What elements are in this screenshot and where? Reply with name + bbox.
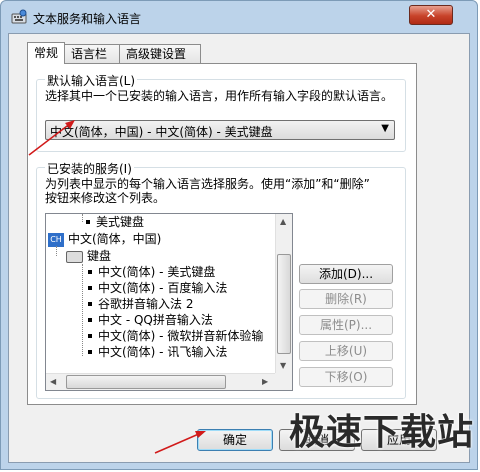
tree-item-label: 中文(简体) - 讯飞输入法 — [98, 345, 228, 359]
bullet-icon — [86, 219, 90, 224]
remove-button[interactable]: 删除(R) — [299, 289, 393, 309]
dialog-body: 常规 语言栏 高级键设置 默认输入语言(L) 选择其中一个已安装的输入语言，用作… — [8, 33, 470, 463]
bullet-icon — [88, 301, 92, 306]
add-button[interactable]: 添加(D)... — [299, 264, 393, 284]
bullet-icon — [88, 317, 92, 322]
scroll-up-icon[interactable]: ▲ — [280, 217, 286, 226]
move-up-button[interactable]: 上移(U) — [299, 341, 393, 361]
tree-category-label: 键盘 — [87, 249, 112, 263]
tree-category-node[interactable]: 键盘 — [66, 248, 111, 264]
installed-services-description-2: 按钮来修改这个列表。 — [45, 191, 166, 205]
tab-language-bar[interactable]: 语言栏 — [64, 44, 120, 63]
tree-item-label: 中文 - QQ拼音输入法 — [98, 313, 213, 327]
vertical-scroll-thumb[interactable] — [277, 254, 291, 354]
language-badge-icon: CH — [48, 232, 64, 247]
tree-item[interactable]: 中文(简体) - 百度输入法 — [88, 280, 227, 296]
tree-line — [82, 214, 83, 222]
window-title: 文本服务和输入语言 — [33, 12, 142, 26]
tab-advanced-key-settings[interactable]: 高级键设置 — [119, 44, 201, 63]
tree-item-label: 谷歌拼音输入法 2 — [98, 297, 194, 311]
properties-button[interactable]: 属性(P)... — [299, 315, 393, 335]
installed-services-label: 已安装的服务(I) — [45, 160, 134, 177]
tree-language-label: 中文(简体，中国) — [68, 232, 162, 246]
default-language-description: 选择其中一个已安装的输入语言，用作所有输入字段的默认语言。 — [45, 89, 394, 103]
tree-language-node[interactable]: CH 中文(简体，中国) — [48, 231, 161, 247]
bullet-icon — [88, 285, 92, 290]
scroll-down-icon[interactable]: ▼ — [280, 361, 286, 370]
tree-horizontal-scrollbar[interactable]: ◀ ▶ — [46, 373, 292, 390]
default-language-label: 默认输入语言(L) — [45, 72, 138, 89]
scroll-right-icon[interactable]: ▶ — [262, 377, 268, 386]
installed-services-description-1: 为列表中显示的每个输入语言选择服务。使用“添加”和“删除” — [45, 177, 370, 191]
scrollbar-corner — [275, 373, 292, 390]
tree-item[interactable]: 谷歌拼音输入法 2 — [88, 296, 193, 312]
bullet-icon — [88, 333, 92, 338]
keyboard-icon — [66, 250, 83, 263]
tree-item[interactable]: 美式键盘 — [86, 214, 144, 230]
red-arrow-icon — [28, 120, 75, 156]
tree-line — [56, 246, 57, 256]
close-button[interactable]: ✕ — [409, 5, 453, 25]
tree-item[interactable]: 中文(简体) - 美式键盘 — [88, 264, 215, 280]
installed-services-group: 已安装的服务(I) 为列表中显示的每个输入语言选择服务。使用“添加”和“删除” … — [36, 160, 406, 399]
tree-item-label: 中文(简体) - 百度输入法 — [98, 281, 228, 295]
title-bar[interactable]: 文本服务和输入语言 ✕ — [1, 1, 477, 33]
dialog-window: 文本服务和输入语言 ✕ 常规 语言栏 高级键设置 默认输入语言(L) 选择其中一… — [0, 0, 478, 470]
tree-item[interactable]: 中文(简体) - 微软拼音新体验输 — [88, 328, 263, 344]
scroll-left-icon[interactable]: ◀ — [50, 377, 56, 386]
tree-item[interactable]: 中文(简体) - 讯飞输入法 — [88, 344, 227, 360]
tree-item-label: 中文(简体) - 美式键盘 — [98, 265, 216, 279]
red-arrow-icon — [154, 431, 206, 454]
default-language-select[interactable]: 中文(简体，中国) - 中文(简体) - 美式键盘 ▼ — [45, 120, 395, 140]
move-down-button[interactable]: 下移(O) — [299, 367, 393, 387]
horizontal-scroll-thumb[interactable] — [66, 375, 226, 389]
bullet-icon — [88, 269, 92, 274]
keyboard-globe-icon — [11, 9, 27, 24]
tree-item[interactable]: 中文 - QQ拼音输入法 — [88, 312, 213, 328]
tree-item-label: 美式键盘 — [96, 215, 145, 229]
tree-item-label: 中文(简体) - 微软拼音新体验输 — [98, 329, 264, 343]
tab-general[interactable]: 常规 — [27, 42, 65, 64]
tree-vertical-scrollbar[interactable]: ▲ ▼ — [275, 214, 292, 374]
bullet-icon — [88, 349, 92, 354]
services-tree[interactable]: 美式键盘 CH 中文(简体，中国) 键盘 中文(简体) - 美式键盘 中文(简体)… — [45, 213, 293, 391]
chevron-down-icon: ▼ — [381, 123, 389, 134]
tree-line — [82, 264, 83, 356]
site-watermark: 极速下载站 — [289, 412, 475, 453]
